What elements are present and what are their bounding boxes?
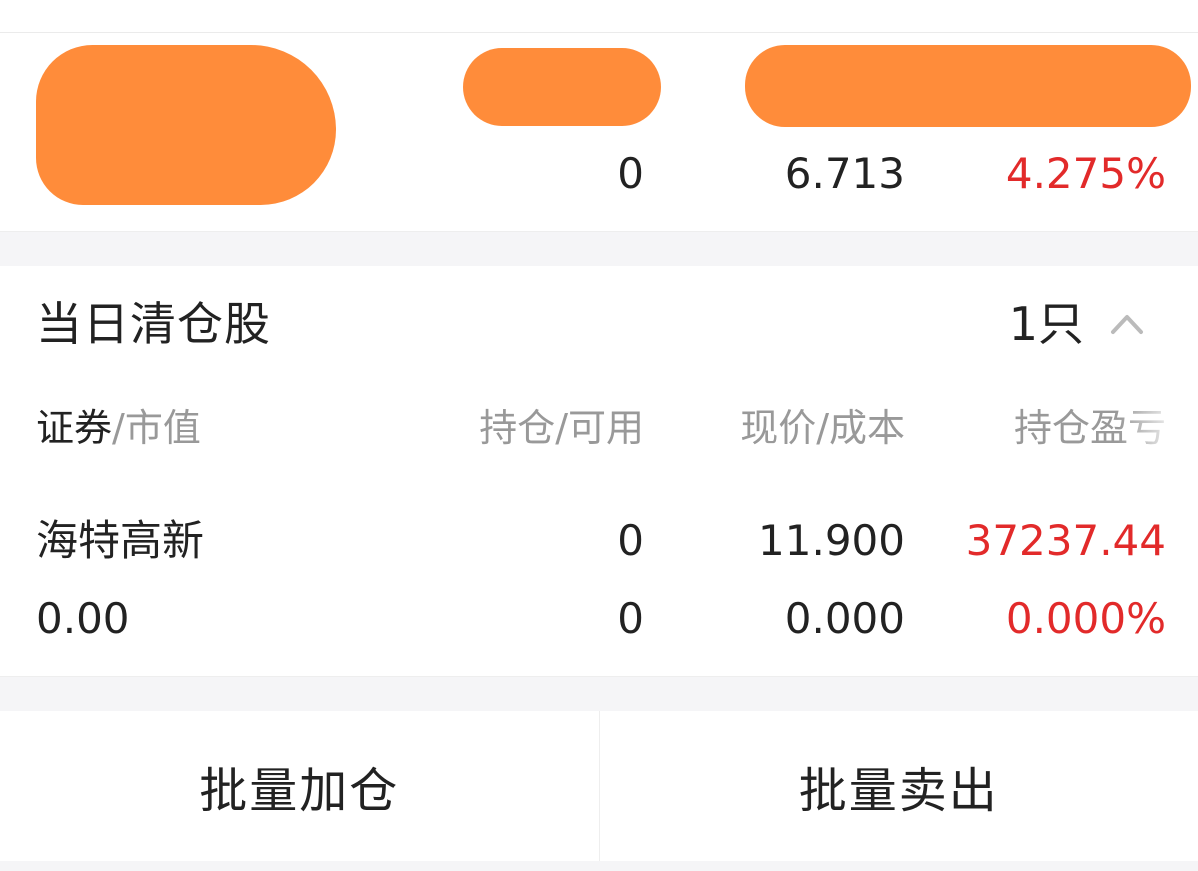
column-header-price: 现价/成本 [740,406,905,450]
redacted-market-value [463,48,661,126]
stock-pnl: 37237.44 [965,516,1166,565]
holding-pnl-ratio: 4.275% [1005,149,1166,198]
stock-pnl-ratio: 0.000% [1005,594,1166,643]
cleared-stocks-section: 当日清仓股 1只 证券/市值 持仓/可用 现价/成本 持仓盈亏 海特高新 0 1… [0,266,1198,677]
column-header-security: 证券/市值 [36,404,201,452]
chevron-up-icon[interactable] [1110,308,1144,338]
header-fade [1118,386,1198,466]
screen: 0 6.713 4.275% 当日清仓股 1只 证券/市值 持仓/可用 现价/成… [0,0,1198,871]
stock-available: 0 [617,594,644,643]
holding-current-price: 6.713 [784,149,905,198]
column-header-position: 持仓/可用 [479,406,644,450]
stock-cost: 0.000 [784,594,905,643]
batch-sell-button[interactable]: 批量卖出 [598,711,1198,861]
holding-position: 0 [617,149,644,198]
redacted-name [36,45,336,205]
section-title: 当日清仓股 [36,297,271,351]
holding-card[interactable]: 0 6.713 4.275% [0,33,1198,232]
batch-add-button[interactable]: 批量加仓 [0,711,599,861]
action-bar: 批量加仓 批量卖出 [0,711,1198,861]
stock-name: 海特高新 [36,516,205,565]
cleared-count[interactable]: 1只 [1009,296,1084,352]
stock-position: 0 [617,516,644,565]
column-security-label: 证券 [36,406,113,450]
stock-market-value: 0.00 [36,594,130,643]
redacted-price [745,45,1191,127]
column-market-value-label: /市值 [112,406,201,450]
top-strip [0,0,1198,33]
stock-current-price: 11.900 [758,516,905,565]
